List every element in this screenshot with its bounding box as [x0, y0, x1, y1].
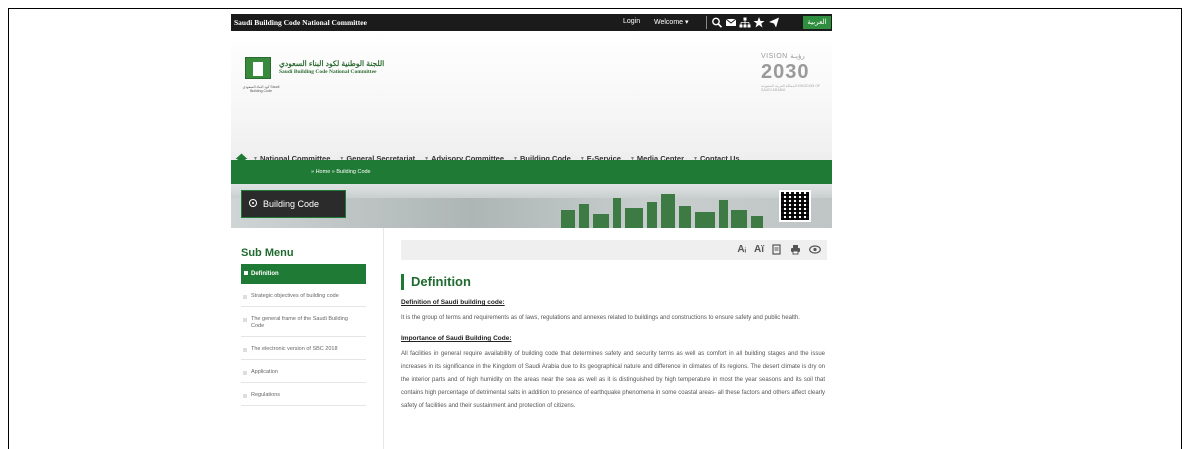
web-page: Saudi Building Code National Committee L… [231, 14, 832, 449]
sub-menu-item-general-frame[interactable]: The general frame of the Saudi Building … [241, 307, 366, 337]
main-content: Definition Definition of Saudi building … [401, 264, 825, 413]
vision-logo-year: 2030 [761, 61, 810, 83]
decrease-font-icon[interactable]: Aï [754, 244, 764, 255]
page-title-badge: Building Code [241, 190, 346, 218]
search-icon[interactable] [711, 16, 723, 29]
sub-menu-item-electronic-version[interactable]: The electronic version of SBC 2018 [241, 337, 366, 360]
vision-logo-subtitle: المملكة العربية السعودية KINGDOM OF SAUD… [761, 84, 821, 92]
sub-menu-item-strategic-objectives[interactable]: Strategic objectives of building code [241, 284, 366, 307]
bullet-icon [244, 271, 248, 276]
divider [383, 228, 384, 449]
bullet-icon [243, 371, 247, 375]
sub-menu: Sub Menu Definition Strategic objectives… [241, 238, 366, 406]
top-bar: Saudi Building Code National Committee L… [231, 14, 832, 31]
vision-logo-title: VISION رؤيـة [761, 53, 805, 60]
increase-font-icon[interactable]: Aᵢ [737, 244, 746, 255]
content-title: Definition [401, 274, 825, 290]
bullet-icon [243, 348, 247, 352]
print-preview-icon[interactable] [772, 244, 782, 255]
sitemap-icon[interactable] [739, 16, 751, 29]
bullet-icon [243, 318, 247, 322]
view-icon[interactable] [809, 244, 821, 255]
bullet-icon [243, 394, 247, 398]
welcome-dropdown[interactable]: Welcome ▾ [654, 18, 689, 26]
language-switch-button[interactable]: العربية [803, 16, 831, 29]
definition-heading: Definition of Saudi building code: [401, 299, 505, 306]
committee-logo[interactable] [245, 57, 271, 79]
importance-paragraph: All facilities in general require availa… [401, 351, 825, 409]
print-icon[interactable] [790, 244, 801, 255]
divider [706, 16, 707, 29]
site-header: كود البناء السعودي Saudi Building Code ا… [231, 31, 832, 171]
logo-caption: كود البناء السعودي Saudi Building Code [242, 85, 280, 93]
org-name-english: Saudi Building Code National Committee [279, 69, 377, 75]
org-name-arabic: اللجنة الوطنية لكود البناء السعودي [279, 59, 385, 68]
target-icon [249, 199, 257, 207]
importance-heading: Importance of Saudi Building Code: [401, 335, 512, 342]
page-title: Building Code [263, 199, 320, 209]
breadcrumb-bar: » Home » Building Code [231, 160, 832, 184]
sub-menu-item-definition[interactable]: Definition [241, 264, 366, 284]
mail-icon[interactable] [725, 16, 737, 29]
star-icon[interactable] [753, 16, 765, 29]
sub-menu-item-regulations[interactable]: Regulations [241, 383, 366, 406]
site-name[interactable]: Saudi Building Code National Committee [234, 18, 367, 27]
qr-code [779, 190, 811, 222]
send-icon[interactable] [768, 16, 780, 29]
definition-paragraph: It is the group of terms and requirement… [401, 315, 800, 321]
sub-menu-title: Sub Menu [241, 247, 294, 259]
sub-menu-item-application[interactable]: Application [241, 360, 366, 383]
breadcrumb[interactable]: » Home » Building Code [311, 169, 371, 175]
bullet-icon [243, 295, 247, 299]
login-link[interactable]: Login [623, 18, 640, 25]
page-tools-bar: Aᵢ Aï [401, 240, 827, 260]
